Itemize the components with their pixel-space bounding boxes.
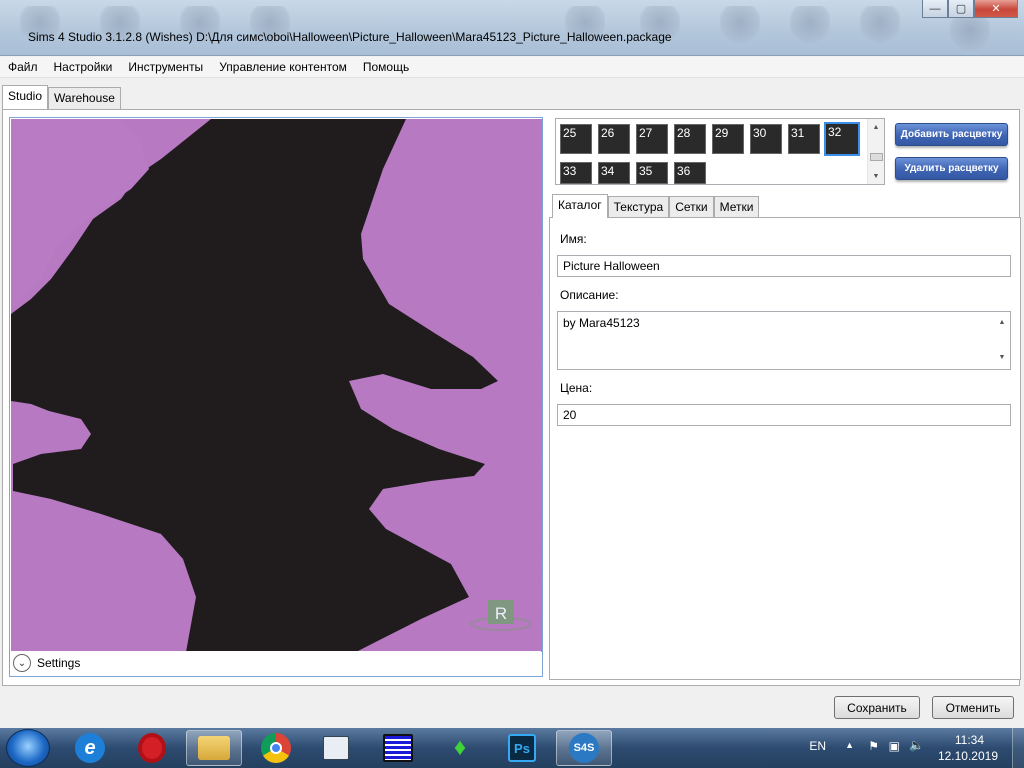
swatch-item[interactable]: 28 xyxy=(674,124,706,154)
photoshop-icon[interactable]: Ps xyxy=(494,730,550,766)
blurred-desktop-icon xyxy=(860,6,900,46)
maximize-button[interactable]: ▢ xyxy=(948,0,974,18)
cancel-button[interactable]: Отменить xyxy=(932,696,1014,719)
properties-panel: Каталог Текстура Сетки Метки Имя: Pictur… xyxy=(549,194,1021,680)
scroll-down-icon[interactable]: ▼ xyxy=(868,168,884,184)
volume-icon[interactable]: 🔈 xyxy=(909,738,924,752)
swatch-item[interactable]: 31 xyxy=(788,124,820,154)
swatch-item[interactable]: 25 xyxy=(560,124,592,154)
taskbar: e ♦ Ps S4S EN ▲ ⚑ ▣ 🔈 11:34 12.10.2019 xyxy=(0,728,1024,768)
window-title: Sims 4 Studio 3.1.2.8 (Wishes) D:\Для си… xyxy=(28,30,672,44)
show-desktop-button[interactable] xyxy=(1012,728,1024,768)
price-field[interactable]: 20 xyxy=(557,404,1011,426)
scroll-down-icon[interactable]: ▼ xyxy=(999,349,1006,367)
chevron-down-icon[interactable]: ⌄ xyxy=(13,654,31,672)
language-indicator[interactable]: EN xyxy=(809,739,826,753)
blurred-desktop-icon xyxy=(950,14,990,54)
description-label: Описание: xyxy=(560,288,619,302)
price-label: Цена: xyxy=(560,381,593,395)
swatch-scrollbar[interactable]: ▲ ▼ xyxy=(867,119,884,184)
swatch-item[interactable]: 34 xyxy=(598,162,630,184)
right-panel: 25 26 27 28 29 30 31 32 33 34 35 36 ▲ ▼ … xyxy=(549,115,1021,680)
action-center-icon[interactable]: ⚑ xyxy=(868,739,879,753)
sims4-studio-icon[interactable]: S4S xyxy=(556,730,612,766)
catalog-tab-content: Имя: Picture Halloween Описание: by Mara… xyxy=(549,217,1021,680)
r-badge-label: R xyxy=(495,604,507,623)
remove-swatch-button[interactable]: Удалить расцветку xyxy=(895,157,1008,180)
tab-texture[interactable]: Текстура xyxy=(607,196,670,218)
menu-help[interactable]: Помощь xyxy=(355,57,417,78)
blurred-desktop-icon xyxy=(720,6,760,46)
tray-expand-icon[interactable]: ▲ xyxy=(845,740,854,750)
menu-settings[interactable]: Настройки xyxy=(46,57,121,78)
sims4-icon[interactable]: ♦ xyxy=(432,730,488,766)
texture-preview-image: R xyxy=(11,119,542,652)
name-label: Имя: xyxy=(560,232,587,246)
clock-date[interactable]: 12.10.2019 xyxy=(938,749,998,763)
chrome-icon[interactable] xyxy=(248,730,304,766)
menu-content-management[interactable]: Управление контентом xyxy=(211,57,355,78)
settings-expander[interactable]: ⌄ Settings xyxy=(11,651,541,675)
tab-studio[interactable]: Studio xyxy=(2,85,49,109)
photoshop-label: Ps xyxy=(508,734,536,762)
clock-time[interactable]: 11:34 xyxy=(955,733,984,747)
swatch-item[interactable]: 29 xyxy=(712,124,744,154)
save-button[interactable]: Сохранить xyxy=(834,696,920,719)
description-text: by Mara45123 xyxy=(563,316,640,330)
add-swatch-button[interactable]: Добавить расцветку xyxy=(895,123,1008,146)
swatch-item[interactable]: 35 xyxy=(636,162,668,184)
description-field[interactable]: by Mara45123 ▲ ▼ xyxy=(557,311,1011,370)
scroll-up-icon[interactable]: ▲ xyxy=(868,119,884,135)
dialog-footer: Сохранить Отменить xyxy=(0,688,1024,728)
title-bar: Sims 4 Studio 3.1.2.8 (Wishes) D:\Для си… xyxy=(0,0,1024,56)
preview-viewport[interactable]: R ⌄ Settings xyxy=(9,117,543,677)
notepad-app-icon[interactable] xyxy=(308,730,364,766)
scroll-thumb[interactable] xyxy=(870,153,883,161)
internet-explorer-icon[interactable]: e xyxy=(62,730,118,766)
tab-catalog[interactable]: Каталог xyxy=(552,194,608,218)
network-icon[interactable]: ▣ xyxy=(889,739,900,753)
swatch-list[interactable]: 25 26 27 28 29 30 31 32 33 34 35 36 ▲ ▼ xyxy=(555,118,885,185)
opera-icon[interactable] xyxy=(124,730,180,766)
tab-meshes[interactable]: Сетки xyxy=(669,196,714,218)
windows-start-icon[interactable] xyxy=(6,729,50,767)
tab-warehouse[interactable]: Warehouse xyxy=(48,87,121,109)
tab-tags[interactable]: Метки xyxy=(713,196,760,218)
swatch-item-selected[interactable]: 32 xyxy=(824,122,860,156)
swatch-item[interactable]: 33 xyxy=(560,162,592,184)
menu-bar: Файл Настройки Инструменты Управление ко… xyxy=(0,57,1024,78)
scroll-up-icon[interactable]: ▲ xyxy=(999,314,1006,332)
settings-label: Settings xyxy=(37,656,81,670)
swatch-item[interactable]: 30 xyxy=(750,124,782,154)
menu-file[interactable]: Файл xyxy=(0,57,46,78)
description-scrollbar[interactable]: ▲ ▼ xyxy=(996,314,1008,367)
close-button[interactable]: ✕ xyxy=(974,0,1018,18)
blurred-desktop-icon xyxy=(790,6,830,46)
calculator-app-icon[interactable] xyxy=(370,730,426,766)
swatch-item[interactable]: 36 xyxy=(674,162,706,184)
sims4-studio-label: S4S xyxy=(569,733,599,763)
name-field[interactable]: Picture Halloween xyxy=(557,255,1011,277)
file-explorer-icon[interactable] xyxy=(186,730,242,766)
menu-tools[interactable]: Инструменты xyxy=(120,57,211,78)
swatch-item[interactable]: 26 xyxy=(598,124,630,154)
swatch-item[interactable]: 27 xyxy=(636,124,668,154)
minimize-button[interactable]: — xyxy=(922,0,948,18)
